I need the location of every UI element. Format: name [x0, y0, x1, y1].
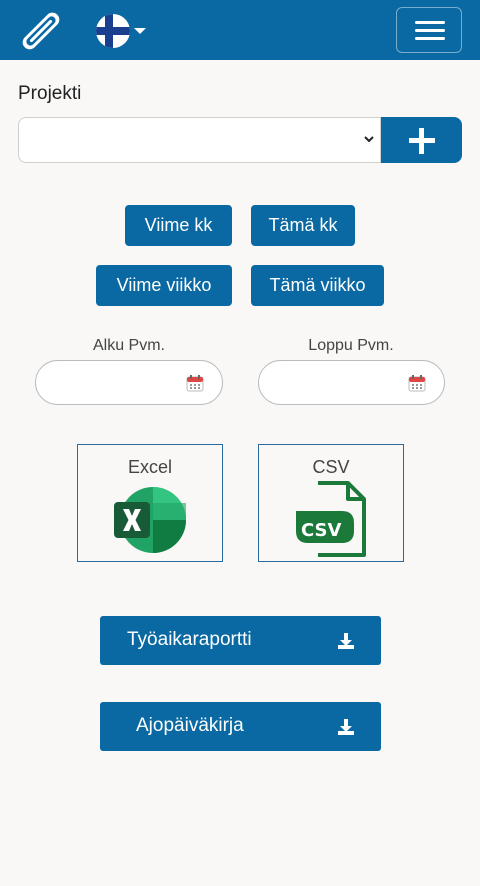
finland-flag-icon [96, 14, 130, 48]
start-date-label: Alku Pvm. [92, 337, 165, 354]
paperclip-logo-icon[interactable] [18, 8, 64, 54]
project-label: Projekti [18, 83, 82, 104]
start-date-input[interactable] [35, 360, 223, 405]
top-navbar [0, 0, 480, 60]
chevron-down-icon [364, 136, 374, 143]
end-date-label: Loppu Pvm. [308, 337, 394, 354]
csv-label: CSV [312, 457, 350, 477]
csv-file-icon: CSV [296, 481, 366, 557]
this-month-button[interactable]: Tämä kk [251, 205, 355, 246]
add-project-button[interactable] [381, 117, 462, 163]
calendar-icon[interactable] [186, 374, 204, 392]
calendar-icon[interactable] [408, 374, 426, 392]
download-icon [338, 633, 354, 649]
drive-log-download-button[interactable]: Ajopäiväkirja [100, 702, 381, 751]
work-report-download-button[interactable]: Työaikaraportti [100, 616, 381, 665]
csv-format-option[interactable]: CSV CSV [258, 444, 404, 562]
drive-log-label: Ajopäiväkirja [136, 715, 244, 736]
excel-icon [114, 487, 186, 553]
end-date-input[interactable] [258, 360, 445, 405]
excel-format-option[interactable]: Excel [77, 444, 223, 562]
last-month-button[interactable]: Viime kk [125, 205, 232, 246]
language-selector[interactable] [96, 14, 146, 48]
svg-text:CSV: CSV [301, 520, 342, 541]
work-report-label: Työaikaraportti [127, 629, 252, 650]
last-week-button[interactable]: Viime viikko [96, 265, 232, 306]
this-week-button[interactable]: Tämä viikko [251, 265, 384, 306]
hamburger-menu-button[interactable] [396, 7, 462, 53]
excel-label: Excel [127, 457, 172, 477]
caret-down-icon [134, 28, 146, 34]
download-icon [338, 719, 354, 735]
project-select[interactable] [18, 117, 381, 163]
